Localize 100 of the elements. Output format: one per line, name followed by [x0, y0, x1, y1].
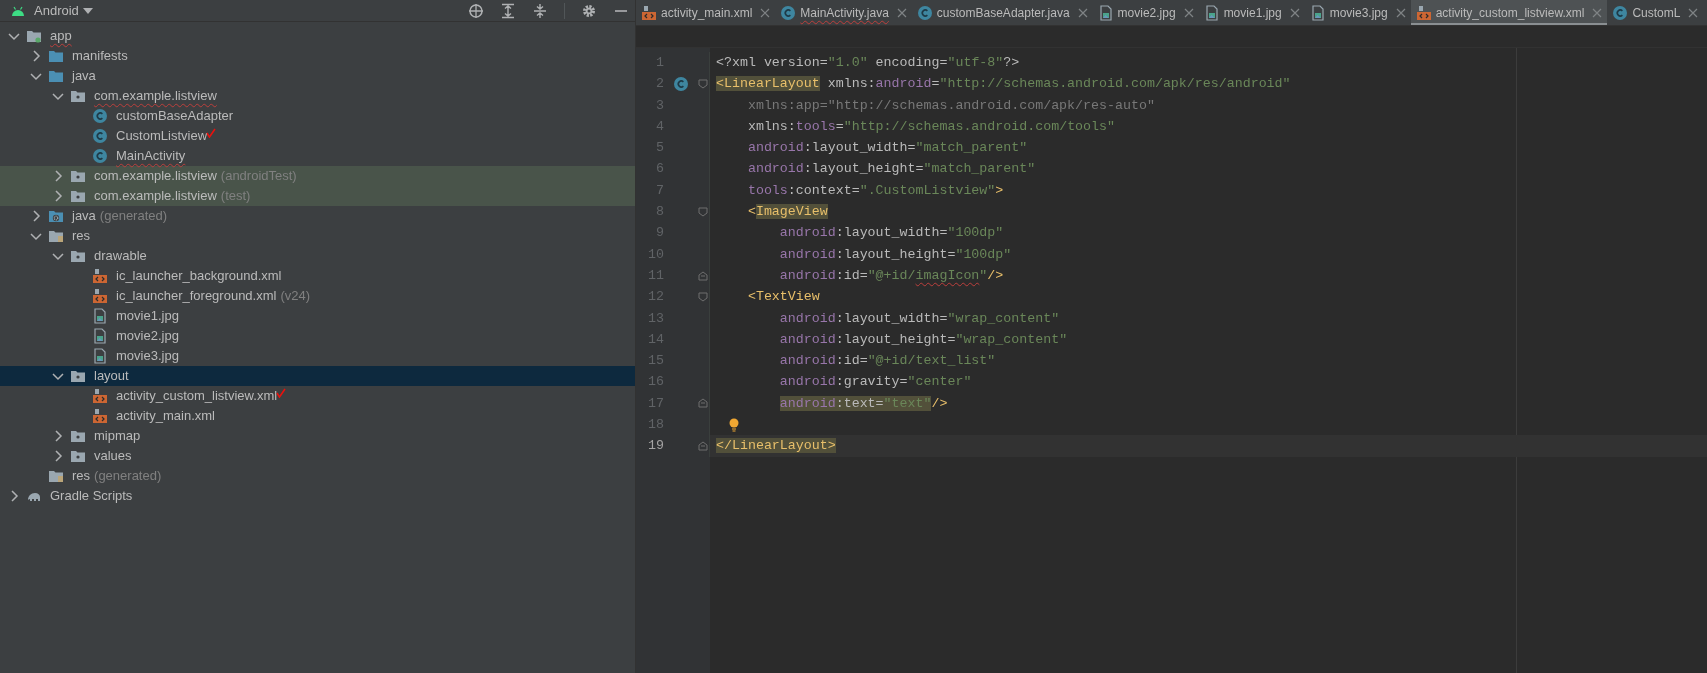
editor-tab[interactable]: activity_custom_listview.xml — [1410, 0, 1608, 25]
folder-icon — [48, 48, 64, 64]
fold-icon[interactable] — [696, 290, 709, 303]
code-line: android:id="@+id/text_list" — [778, 352, 996, 371]
expand-all-icon[interactable] — [500, 2, 516, 19]
image-file-icon — [92, 308, 108, 324]
folder-icon — [70, 448, 86, 464]
xml-file-icon — [92, 408, 108, 424]
fold-icon[interactable] — [696, 269, 709, 282]
tree-item[interactable]: ic_launcher_foreground.xml (v24) — [0, 286, 635, 306]
editor-tab[interactable]: movie2.jpg — [1092, 0, 1199, 25]
code-line: <TextView — [746, 288, 820, 307]
tree-item[interactable]: customBaseAdapter — [0, 106, 635, 126]
tree-item[interactable]: res (generated) — [0, 466, 635, 486]
folder-icon — [70, 188, 86, 204]
tree-item[interactable]: values — [0, 446, 635, 466]
close-icon[interactable] — [896, 8, 907, 18]
tree-item[interactable]: java — [0, 66, 635, 86]
fold-icon[interactable] — [696, 397, 709, 410]
fold-icon[interactable] — [696, 77, 709, 90]
android-icon — [10, 4, 26, 17]
tree-item[interactable]: activity_custom_listview.xml — [0, 386, 635, 406]
folder-icon — [48, 68, 64, 84]
line-number: 19 — [647, 437, 665, 456]
tree-item[interactable]: MainActivity — [0, 146, 635, 166]
image-file-icon — [1203, 5, 1220, 21]
code-line: android:layout_height="100dp" — [778, 245, 1012, 264]
collapse-all-icon[interactable] — [532, 2, 548, 19]
code-line: android:layout_width="wrap_content" — [778, 309, 1060, 328]
folder-icon — [26, 28, 42, 44]
close-icon[interactable] — [1592, 8, 1603, 18]
xml-file-icon — [92, 288, 108, 304]
fold-icon[interactable] — [696, 440, 709, 452]
tree-item[interactable]: app — [0, 26, 635, 46]
close-icon[interactable] — [1077, 8, 1088, 18]
tree-item[interactable]: movie2.jpg — [0, 326, 635, 346]
image-file-icon — [92, 328, 108, 344]
close-icon[interactable] — [1688, 8, 1699, 18]
code-line: android:layout_height="match_parent" — [746, 160, 1036, 179]
fold-icon[interactable] — [696, 205, 709, 218]
folder-icon — [70, 248, 86, 264]
xml-file-icon — [641, 5, 657, 21]
close-icon[interactable] — [1183, 8, 1194, 18]
code-line: <LinearLayout xmlns:android="http://schemas.android.com/apk/res/android" — [716, 75, 1291, 94]
editor-tab[interactable]: MainActivity.java — [775, 0, 912, 25]
tree-item[interactable]: Gradle Scripts — [0, 486, 635, 506]
code-line: android:layout_height="wrap_content" — [778, 330, 1068, 349]
tree-item[interactable]: manifests — [0, 46, 635, 66]
code-line: android:gravity="center" — [778, 373, 972, 392]
lightbulb-icon[interactable] — [728, 417, 740, 432]
code-line: android:id="@+id/imagIcon"/> — [778, 266, 1004, 285]
xml-file-icon — [92, 268, 108, 284]
tree-item[interactable]: layout — [0, 366, 635, 386]
folder-icon — [48, 208, 64, 224]
code-line: xmlns:tools="http://schemas.android.com/tools" — [746, 117, 1115, 136]
code-line: android:layout_width="match_parent" — [746, 139, 1028, 158]
class-icon — [916, 5, 933, 21]
code-line: android:layout_width="100dp" — [778, 224, 1004, 243]
folder-icon — [70, 428, 86, 444]
folder-icon — [70, 368, 86, 384]
tree-item[interactable]: ic_launcher_background.xml — [0, 266, 635, 286]
settings-icon[interactable] — [581, 2, 597, 19]
editor-tab[interactable]: activity_main.xml — [636, 0, 776, 25]
target-icon[interactable] — [468, 2, 484, 19]
close-icon[interactable] — [760, 8, 771, 18]
class-icon — [780, 5, 797, 21]
tree-item[interactable]: java (generated) — [0, 206, 635, 226]
editor-tab[interactable]: movie1.jpg — [1198, 0, 1305, 25]
editor-tab[interactable]: movie3.jpg — [1304, 0, 1411, 25]
view-selector[interactable]: Android — [34, 0, 79, 21]
image-file-icon — [1309, 5, 1326, 21]
tree-item[interactable]: mipmap — [0, 426, 635, 446]
close-icon[interactable] — [1289, 8, 1300, 18]
folder-icon — [70, 168, 86, 184]
tree-item[interactable]: res — [0, 226, 635, 246]
code-line: <?xml version="1.0" encoding="utf-8"?> — [716, 54, 1020, 72]
close-icon[interactable] — [1395, 8, 1406, 18]
tree-item[interactable]: activity_main.xml — [0, 406, 635, 426]
code-line: xmlns:app="http://schemas.android.com/apk/res-auto" — [746, 96, 1155, 115]
xml-file-icon — [1415, 5, 1432, 21]
caret-icon[interactable] — [82, 7, 93, 14]
editor-tab[interactable]: CustomL — [1607, 0, 1704, 25]
folder-icon — [48, 228, 64, 244]
image-file-icon — [1097, 5, 1114, 21]
class-icon — [92, 128, 108, 144]
editor-tab[interactable]: customBaseAdapter.java — [911, 0, 1093, 25]
tree-item[interactable]: movie3.jpg — [0, 346, 635, 366]
image-file-icon — [92, 348, 108, 364]
folder-icon — [70, 88, 86, 104]
tree-item[interactable]: com.example.listview — [0, 86, 635, 106]
class-icon[interactable] — [673, 75, 689, 92]
tree-item[interactable]: movie1.jpg — [0, 306, 635, 326]
xml-file-icon — [92, 388, 108, 404]
tree-item[interactable]: CustomListview — [0, 126, 635, 146]
code-line: <ImageView — [746, 203, 828, 222]
class-icon — [1612, 5, 1629, 21]
class-icon — [92, 108, 108, 124]
folder-icon — [48, 468, 64, 484]
code-line: tools:context=".CustomListview"> — [746, 181, 1004, 200]
tree-item[interactable]: drawable — [0, 246, 635, 266]
